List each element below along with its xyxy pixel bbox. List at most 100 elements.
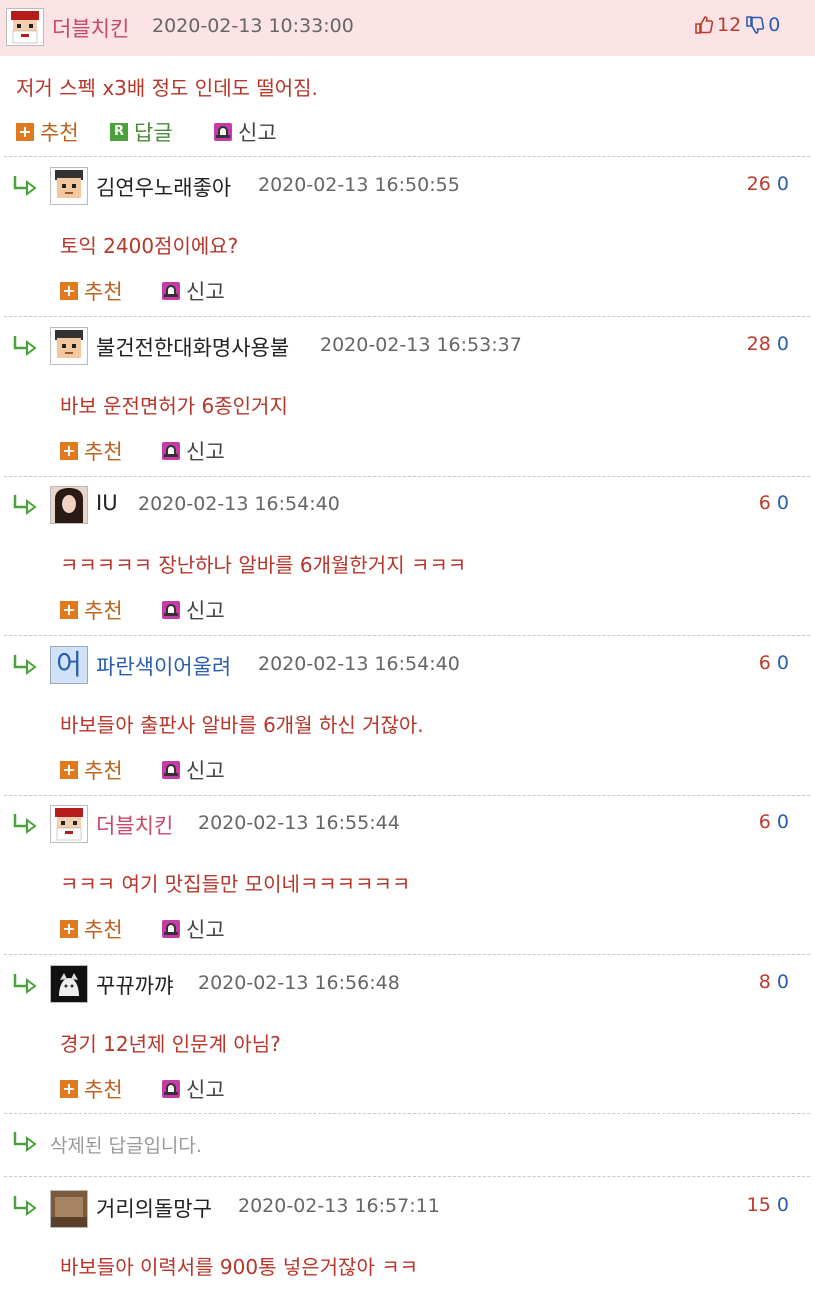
reply-author[interactable]: 불건전한대화명사용불	[96, 332, 289, 362]
divider	[4, 635, 810, 636]
report-button[interactable]: 신고	[162, 436, 225, 466]
reply-arrow-icon	[12, 334, 38, 356]
recommend-label: 추천	[84, 918, 123, 942]
report-button[interactable]: 신고	[162, 595, 225, 625]
vote-counts: 26 0	[747, 173, 789, 195]
vote-counts: 6 0	[759, 652, 789, 674]
vote-counts: 15 0	[747, 1194, 789, 1216]
recommend-label: 추천	[84, 758, 123, 783]
report-label: 신고	[186, 599, 225, 623]
report-label: 신고	[186, 439, 225, 464]
dislike-count: 0	[776, 492, 789, 514]
recommend-button[interactable]: + 추천	[60, 436, 123, 466]
vote-counts: 6 0	[759, 811, 789, 833]
avatar[interactable]	[50, 1190, 88, 1228]
dislike-count: 0	[776, 811, 789, 833]
vote-counts: 12 0	[694, 14, 780, 36]
reply-text: 토익 2400점이에요?	[60, 234, 239, 258]
like-count: 12	[717, 14, 742, 36]
reply-author[interactable]: 파란색이어울려	[96, 651, 231, 681]
siren-icon	[214, 123, 232, 141]
siren-icon	[162, 601, 180, 619]
siren-icon	[162, 282, 180, 300]
report-button[interactable]: 신고	[162, 914, 225, 944]
plus-icon: +	[60, 920, 78, 938]
report-label: 신고	[238, 121, 277, 145]
avatar[interactable]	[50, 167, 88, 205]
avatar[interactable]: 어	[50, 645, 88, 684]
avatar-letter: 어	[56, 647, 82, 681]
thumbs-down-icon[interactable]	[745, 15, 765, 35]
recommend-button[interactable]: + 추천	[60, 276, 123, 306]
reply-timestamp: 2020-02-13 16:50:55	[258, 174, 460, 196]
reply-r-icon: R	[110, 123, 128, 141]
recommend-label: 추천	[40, 121, 79, 145]
reply-text: 바보들아 이력서를 900통 넣은거잖아 ㅋㅋ	[60, 1255, 419, 1279]
reply-label: 답글	[134, 121, 173, 145]
avatar[interactable]	[50, 326, 88, 365]
recommend-button[interactable]: + 추천	[60, 595, 123, 625]
reply-arrow-icon	[12, 653, 38, 675]
recommend-button[interactable]: + 추천	[60, 914, 123, 944]
thumbs-up-icon[interactable]	[694, 15, 714, 35]
report-button[interactable]: 신고	[162, 755, 225, 785]
deleted-reply-text: 삭제된 답글입니다.	[50, 1135, 202, 1157]
cat-avatar-icon	[51, 965, 87, 1002]
comment-timestamp: 2020-02-13 10:33:00	[152, 15, 354, 37]
recommend-button[interactable]: + 추천	[60, 755, 123, 785]
reply-text: ㅋㅋㅋㅋㅋ 장난하나 알바를 6개월한거지 ㅋㅋㅋ	[60, 553, 467, 577]
siren-icon	[162, 920, 180, 938]
reply-arrow-icon	[12, 493, 38, 515]
report-button[interactable]: 신고	[162, 276, 225, 306]
report-label: 신고	[186, 758, 225, 783]
recommend-label: 추천	[84, 280, 123, 304]
reply-text: 바보 운전면허가 6종인거지	[60, 393, 288, 418]
divider	[4, 156, 810, 157]
vote-counts: 6 0	[759, 492, 789, 514]
recommend-label: 추천	[84, 599, 123, 623]
divider	[4, 316, 810, 317]
reply-timestamp: 2020-02-13 16:55:44	[198, 812, 400, 834]
report-button[interactable]: 신고	[162, 1074, 225, 1104]
avatar[interactable]	[50, 486, 88, 524]
comment-author[interactable]: 더블치킨	[52, 13, 129, 43]
reply-author[interactable]: IU	[96, 491, 118, 515]
reply-text: 바보들아 출판사 알바를 6개월 하신 거잖아.	[60, 712, 424, 737]
reply-arrow-icon	[12, 812, 38, 834]
siren-icon	[162, 760, 180, 779]
plus-icon: +	[60, 282, 78, 300]
reply-author[interactable]: 더블치킨	[96, 810, 173, 840]
dislike-count: 0	[776, 1194, 789, 1216]
reply-author[interactable]: 김연우노래좋아	[96, 172, 231, 202]
plus-icon: +	[60, 1079, 78, 1098]
dislike-count: 0	[776, 173, 789, 195]
avatar[interactable]	[6, 8, 44, 46]
divider	[4, 475, 810, 477]
like-count: 28	[746, 332, 771, 355]
like-count: 6	[758, 651, 771, 674]
avatar[interactable]	[50, 805, 88, 843]
recommend-label: 추천	[84, 1077, 123, 1102]
reply-author[interactable]: 꾸뀨까꺄	[96, 970, 173, 1000]
reply-arrow-icon	[13, 1196, 37, 1216]
like-count: 8	[758, 970, 771, 993]
pixel-face-avatar-icon	[51, 327, 87, 364]
pixel-face-avatar-icon	[51, 168, 87, 204]
dislike-count: 0	[776, 651, 789, 674]
report-button[interactable]: 신고	[214, 117, 277, 147]
comment-text: 저거 스펙 x3배 정도 인데도 떨어짐.	[16, 76, 318, 100]
plus-icon: +	[60, 441, 78, 460]
divider	[4, 954, 810, 955]
avatar[interactable]	[50, 964, 88, 1003]
reply-author[interactable]: 거리의돌망구	[96, 1193, 212, 1223]
divider	[4, 794, 810, 796]
like-count: 15	[746, 1194, 771, 1216]
divider	[4, 1113, 810, 1114]
recommend-button[interactable]: + 추천	[16, 117, 79, 147]
reply-timestamp: 2020-02-13 16:53:37	[320, 333, 522, 356]
report-label: 신고	[186, 918, 225, 942]
report-label: 신고	[186, 1077, 225, 1102]
reply-button[interactable]: R 답글	[110, 117, 173, 147]
plus-icon: +	[60, 601, 78, 619]
recommend-button[interactable]: + 추천	[60, 1074, 123, 1104]
